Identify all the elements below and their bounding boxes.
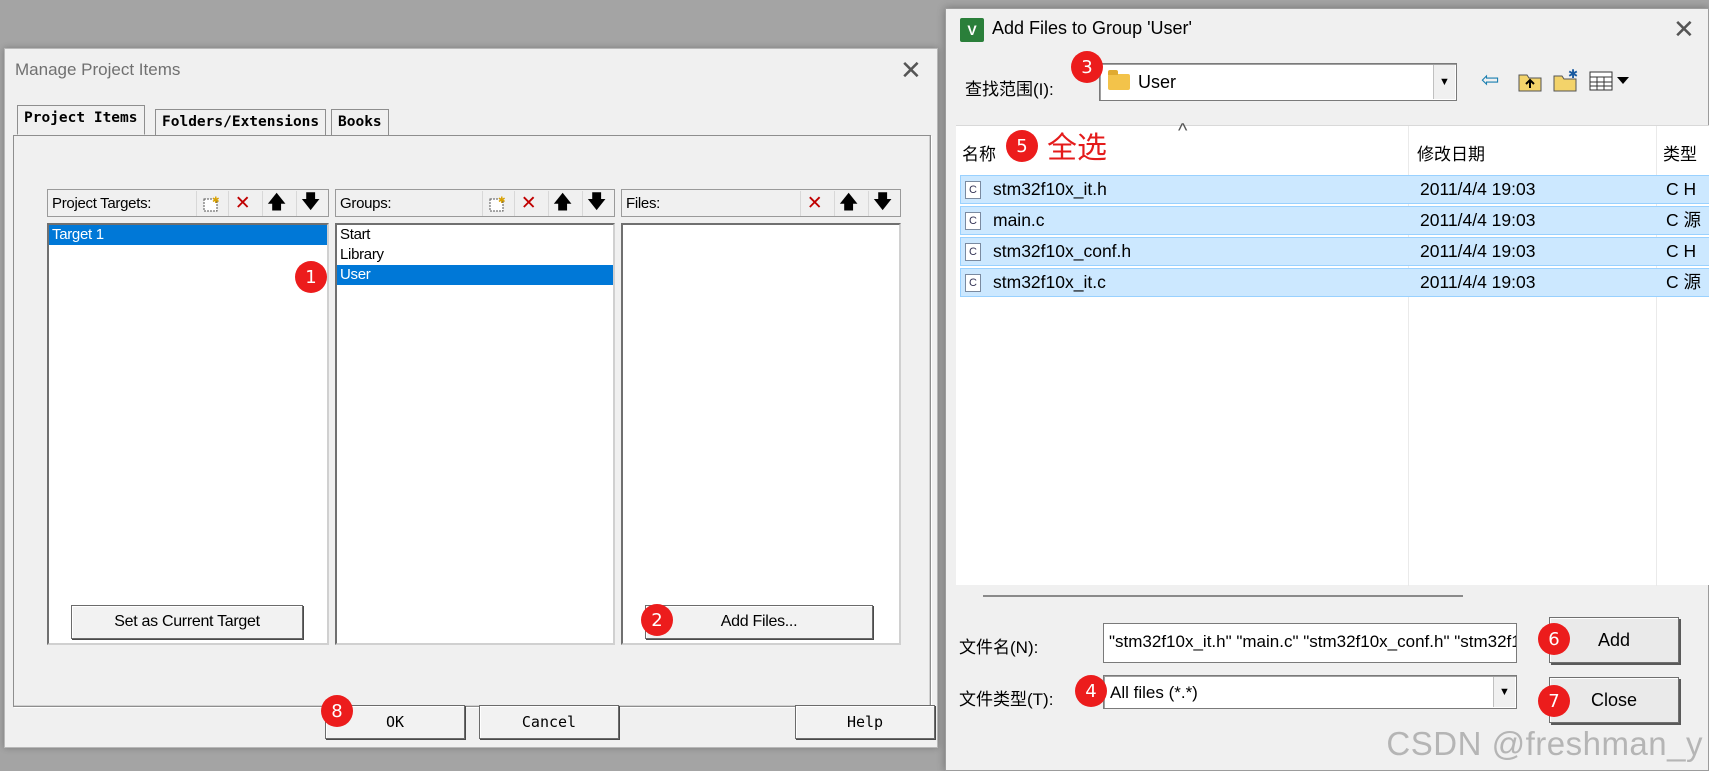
delete-icon[interactable]: ✕ <box>800 191 828 216</box>
file-name: main.c <box>993 210 1045 230</box>
step-badge-8: 8 <box>321 695 353 727</box>
keil-app-icon: V <box>960 18 984 42</box>
tab-books[interactable]: Books <box>331 109 389 135</box>
up-folder-icon[interactable] <box>1517 69 1543 98</box>
arrow-up-icon[interactable]: 🡅 <box>834 191 862 216</box>
chevron-down-icon[interactable]: ▼ <box>1493 677 1515 707</box>
file-row[interactable]: C stm32f10x_it.h 2011/4/4 19:03 C H <box>960 175 1709 204</box>
column-header-modified[interactable]: 修改日期 <box>1417 140 1485 165</box>
targets-list[interactable]: Target 1 <box>47 223 329 645</box>
view-menu-icon[interactable] <box>1589 69 1631 98</box>
set-as-current-target-button[interactable]: Set as Current Target <box>71 605 303 639</box>
file-type: C 源 <box>1666 210 1701 230</box>
back-arrow-icon[interactable]: ⇦ <box>1481 69 1499 91</box>
file-row[interactable]: C main.c 2011/4/4 19:03 C 源 <box>960 206 1709 235</box>
new-folder-icon[interactable]: ✱ <box>1552 67 1580 98</box>
step-badge-3: 3 <box>1071 51 1103 83</box>
tab-folders-extensions[interactable]: Folders/Extensions <box>155 109 327 135</box>
column-header-name[interactable]: 名称 <box>962 140 996 165</box>
svg-text:✱: ✱ <box>498 195 505 205</box>
file-modified: 2011/4/4 19:03 <box>1420 179 1536 199</box>
close-icon[interactable]: ✕ <box>1673 16 1695 42</box>
list-item[interactable]: User <box>337 265 613 285</box>
filename-input[interactable]: "stm32f10x_it.h" "main.c" "stm32f10x_con… <box>1103 623 1517 663</box>
files-header: Files: ✕ 🡅 🡇 <box>621 189 901 217</box>
manage-project-items-dialog: Manage Project Items ✕ Project Items Fol… <box>4 48 938 748</box>
step-badge-6: 6 <box>1538 623 1570 655</box>
file-list[interactable]: 名称 ^ 修改日期 类型 C stm32f10x_it.h 2011/4/4 1… <box>956 120 1709 586</box>
delete-icon[interactable]: ✕ <box>514 191 542 216</box>
step-badge-5: 5 <box>1006 130 1038 162</box>
add-files-button[interactable]: Add Files... <box>645 605 873 639</box>
step-badge-1: 1 <box>295 261 327 293</box>
new-target-icon[interactable]: ✱ <box>196 191 224 216</box>
project-targets-label: Project Targets: <box>52 195 152 212</box>
groups-header: Groups: ✱ ✕ 🡅 🡇 <box>335 189 615 217</box>
groups-list[interactable]: Start Library User <box>335 223 615 645</box>
step-badge-2: 2 <box>641 604 673 636</box>
arrow-up-icon[interactable]: 🡅 <box>548 191 576 216</box>
file-name: stm32f10x_it.h <box>993 179 1107 199</box>
c-file-icon: C <box>965 181 981 199</box>
file-row[interactable]: C stm32f10x_it.c 2011/4/4 19:03 C 源 <box>960 268 1709 297</box>
cancel-button[interactable]: Cancel <box>479 705 619 739</box>
delete-icon[interactable]: ✕ <box>228 191 256 216</box>
dialog-title: Add Files to Group 'User' <box>992 18 1192 38</box>
column-header-type[interactable]: 类型 <box>1663 140 1697 165</box>
files-list[interactable] <box>621 223 901 645</box>
file-modified: 2011/4/4 19:03 <box>1420 210 1536 230</box>
c-file-icon: C <box>965 243 981 261</box>
filetype-value: All files (*.*) <box>1110 683 1198 702</box>
c-file-icon: C <box>965 212 981 230</box>
dialog-title: Manage Project Items <box>15 60 181 79</box>
close-icon[interactable]: ✕ <box>900 57 922 83</box>
arrow-down-icon[interactable]: 🡇 <box>296 191 324 216</box>
file-type: C 源 <box>1666 272 1701 292</box>
file-name: stm32f10x_it.c <box>993 272 1106 292</box>
step-badge-4: 4 <box>1075 675 1107 707</box>
folder-icon <box>1108 70 1130 90</box>
list-item[interactable]: Library <box>337 245 613 265</box>
groups-label: Groups: <box>340 195 392 212</box>
file-modified: 2011/4/4 19:03 <box>1420 272 1536 292</box>
file-modified: 2011/4/4 19:03 <box>1420 241 1536 261</box>
chevron-down-icon[interactable]: ▼ <box>1433 65 1455 99</box>
add-files-dialog: V Add Files to Group 'User' ✕ 查找范围(I): U… <box>945 8 1709 771</box>
arrow-down-icon[interactable]: 🡇 <box>868 191 896 216</box>
look-in-value: User <box>1138 72 1177 92</box>
list-item[interactable]: Target 1 <box>49 225 327 245</box>
file-type: C H <box>1666 179 1697 199</box>
files-label: Files: <box>626 195 661 212</box>
project-targets-header: Project Targets: ✱ ✕ 🡅 🡇 <box>47 189 329 217</box>
arrow-down-icon[interactable]: 🡇 <box>582 191 610 216</box>
list-item[interactable]: Start <box>337 225 613 245</box>
filename-label: 文件名(N): <box>959 638 1039 657</box>
tab-project-items[interactable]: Project Items <box>17 105 145 135</box>
look-in-combo[interactable]: User ▼ <box>1099 63 1457 101</box>
look-in-label: 查找范围(I): <box>965 80 1054 99</box>
help-button[interactable]: Help <box>795 705 935 739</box>
arrow-up-icon[interactable]: 🡅 <box>262 191 290 216</box>
svg-text:✱: ✱ <box>212 195 219 205</box>
step-badge-7: 7 <box>1538 685 1570 717</box>
file-name: stm32f10x_conf.h <box>993 241 1132 261</box>
filetype-select[interactable]: All files (*.*) ▼ <box>1103 675 1517 709</box>
filetype-label: 文件类型(T): <box>959 690 1054 709</box>
new-group-icon[interactable]: ✱ <box>482 191 510 216</box>
horizontal-scrollbar[interactable] <box>983 595 1463 597</box>
select-all-annotation: 全选 <box>1047 132 1107 165</box>
sort-ascending-icon: ^ <box>1178 120 1188 142</box>
svg-text:✱: ✱ <box>1568 67 1578 81</box>
c-file-icon: C <box>965 274 981 292</box>
file-type: C H <box>1666 241 1697 261</box>
file-row[interactable]: C stm32f10x_conf.h 2011/4/4 19:03 C H <box>960 237 1709 266</box>
watermark: CSDN @freshman_y <box>1386 725 1703 762</box>
